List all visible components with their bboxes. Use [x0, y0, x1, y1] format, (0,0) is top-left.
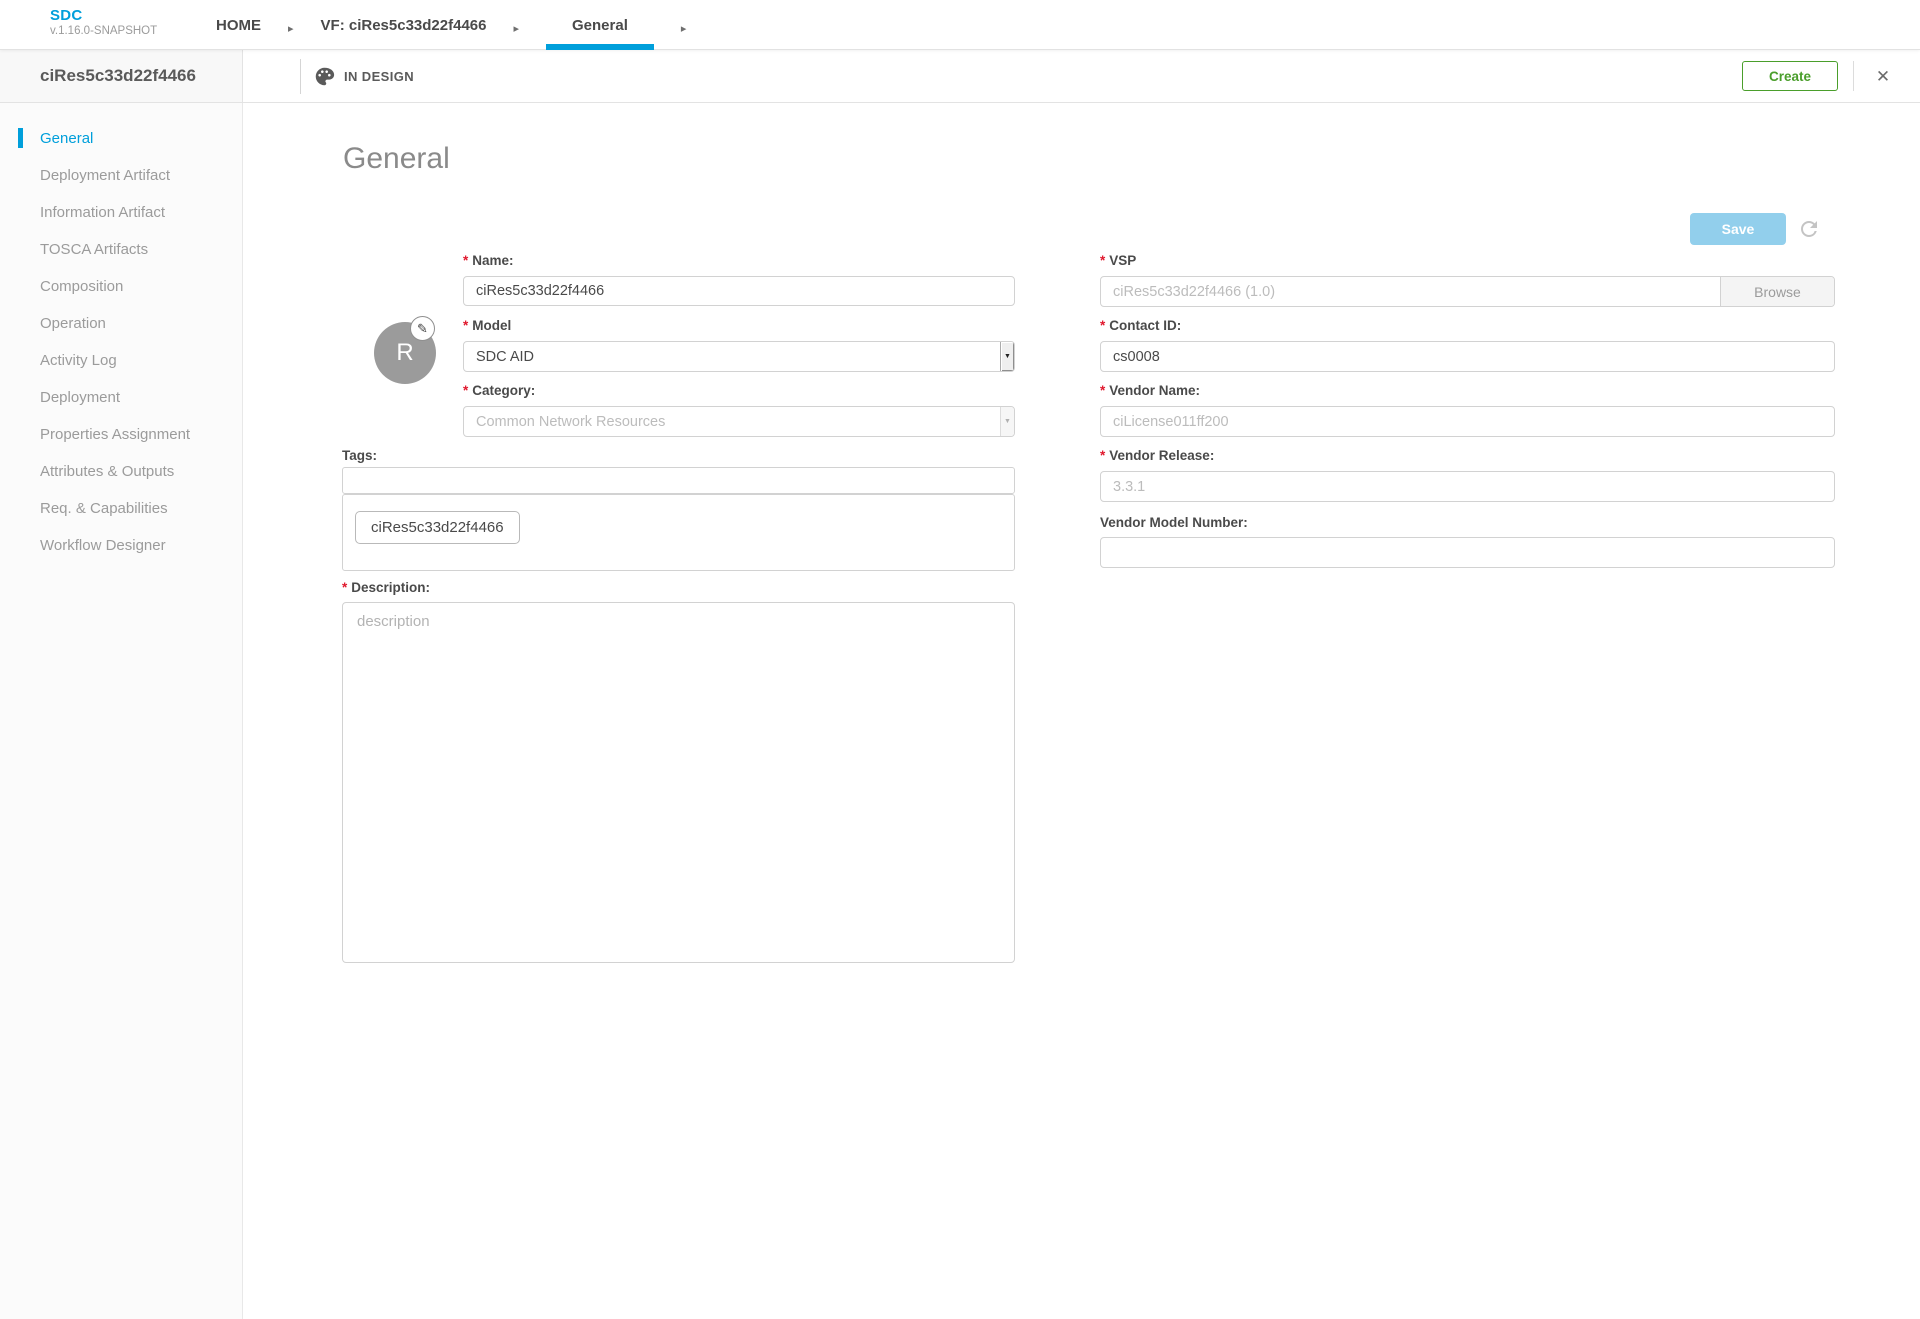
sidebar-item-deployment-artifact[interactable]: Deployment Artifact: [0, 157, 242, 194]
model-select-value: SDC AID: [464, 342, 1000, 371]
sidebar: General Deployment Artifact Information …: [0, 103, 243, 1319]
sidebar-item-label: TOSCA Artifacts: [40, 241, 148, 258]
sidebar-item-req-capabilities[interactable]: Req. & Capabilities: [0, 490, 242, 527]
sidebar-item-tosca-artifacts[interactable]: TOSCA Artifacts: [0, 231, 242, 268]
required-marker: *: [463, 253, 468, 268]
active-indicator: [18, 128, 23, 148]
vendor-release-input: [1100, 471, 1835, 502]
sidebar-item-operation[interactable]: Operation: [0, 305, 242, 342]
asset-header: ciRes5c33d22f4466 IN DESIGN Create ✕: [0, 50, 1920, 103]
breadcrumb-vf[interactable]: VF: ciRes5c33d22f4466: [321, 0, 487, 50]
required-marker: *: [1100, 383, 1105, 398]
lifecycle-status: IN DESIGN: [314, 50, 414, 103]
breadcrumb: HOME ▸ VF: ciRes5c33d22f4466 ▸ General ▸: [216, 0, 686, 50]
revert-icon[interactable]: [1797, 217, 1821, 241]
divider: [1853, 61, 1854, 91]
sidebar-item-information-artifact[interactable]: Information Artifact: [0, 194, 242, 231]
sidebar-item-label: General: [40, 130, 93, 147]
vsp-value: ciRes5c33d22f4466 (1.0): [1101, 277, 1720, 306]
category-select: Common Network Resources ▼: [463, 406, 1015, 437]
app-name: SDC: [50, 7, 157, 24]
vendor-model-number-input[interactable]: [1100, 537, 1835, 568]
top-nav: SDC v.1.16.0-SNAPSHOT HOME ▸ VF: ciRes5c…: [0, 0, 1920, 50]
asset-title: ciRes5c33d22f4466: [0, 50, 243, 103]
chevron-down-icon: ▼: [1000, 342, 1014, 371]
required-marker: *: [1100, 448, 1105, 463]
tags-container: ciRes5c33d22f4466: [342, 494, 1015, 571]
vendor-model-number-label: Vendor Model Number:: [1100, 515, 1248, 530]
contact-id-input[interactable]: [1100, 341, 1835, 372]
sidebar-item-deployment[interactable]: Deployment: [0, 379, 242, 416]
sidebar-item-workflow-designer[interactable]: Workflow Designer: [0, 527, 242, 564]
chevron-right-icon: ▸: [681, 0, 687, 50]
tag-chip[interactable]: ciRes5c33d22f4466: [355, 511, 520, 544]
sidebar-item-label: Workflow Designer: [40, 537, 166, 554]
required-marker: *: [463, 318, 468, 333]
sidebar-item-label: Activity Log: [40, 352, 117, 369]
pencil-icon: ✎: [417, 321, 428, 337]
sidebar-item-label: Deployment Artifact: [40, 167, 170, 184]
sidebar-item-label: Composition: [40, 278, 123, 295]
sidebar-item-composition[interactable]: Composition: [0, 268, 242, 305]
asset-status-bar: IN DESIGN Create ✕: [243, 50, 1920, 103]
palette-icon: [314, 66, 335, 87]
edit-avatar-button[interactable]: ✎: [410, 316, 435, 341]
app-version: v.1.16.0-SNAPSHOT: [50, 25, 157, 37]
model-select[interactable]: SDC AID ▼: [463, 341, 1015, 372]
vendor-name-input: [1100, 406, 1835, 437]
sidebar-item-label: Req. & Capabilities: [40, 500, 168, 517]
sidebar-item-properties-assignment[interactable]: Properties Assignment: [0, 416, 242, 453]
vsp-field: ciRes5c33d22f4466 (1.0) Browse: [1100, 276, 1835, 307]
vendor-name-label: *Vendor Name:: [1100, 383, 1200, 398]
page-title: General: [343, 142, 450, 176]
chevron-down-icon: ▼: [1000, 407, 1014, 436]
sidebar-item-label: Attributes & Outputs: [40, 463, 174, 480]
browse-button[interactable]: Browse: [1720, 277, 1834, 306]
description-textarea[interactable]: description: [342, 602, 1015, 963]
sidebar-item-label: Deployment: [40, 389, 120, 406]
required-marker: *: [463, 383, 468, 398]
breadcrumb-general-active[interactable]: General: [546, 0, 654, 50]
chevron-right-icon: ▸: [513, 0, 519, 50]
required-marker: *: [1100, 253, 1105, 268]
category-select-value: Common Network Resources: [464, 407, 1000, 436]
tags-input[interactable]: [342, 467, 1015, 494]
app-logo[interactable]: SDC v.1.16.0-SNAPSHOT: [50, 7, 157, 37]
name-label: *Name:: [463, 253, 514, 268]
divider: [300, 59, 301, 94]
description-label: *Description:: [342, 580, 430, 595]
close-icon[interactable]: ✕: [1868, 50, 1898, 103]
required-marker: *: [1100, 318, 1105, 333]
create-button[interactable]: Create: [1742, 61, 1838, 91]
tags-label: Tags:: [342, 448, 377, 463]
category-label: *Category:: [463, 383, 535, 398]
status-badge: IN DESIGN: [344, 69, 414, 84]
name-input[interactable]: [463, 276, 1015, 306]
general-form: General Save R ✎ *Name: *Model SDC AID ▼…: [243, 103, 1920, 1319]
model-label: *Model: [463, 318, 511, 333]
vendor-release-label: *Vendor Release:: [1100, 448, 1214, 463]
contact-id-label: *Contact ID:: [1100, 318, 1181, 333]
sidebar-item-attributes-outputs[interactable]: Attributes & Outputs: [0, 453, 242, 490]
save-button[interactable]: Save: [1690, 213, 1786, 245]
sidebar-item-label: Operation: [40, 315, 106, 332]
sidebar-item-label: Properties Assignment: [40, 426, 190, 443]
chevron-right-icon: ▸: [288, 0, 294, 50]
sidebar-item-activity-log[interactable]: Activity Log: [0, 342, 242, 379]
sidebar-item-general[interactable]: General: [0, 120, 242, 157]
required-marker: *: [342, 580, 347, 595]
sidebar-item-label: Information Artifact: [40, 204, 165, 221]
breadcrumb-home[interactable]: HOME: [216, 0, 261, 50]
vsp-label: *VSP: [1100, 253, 1136, 268]
